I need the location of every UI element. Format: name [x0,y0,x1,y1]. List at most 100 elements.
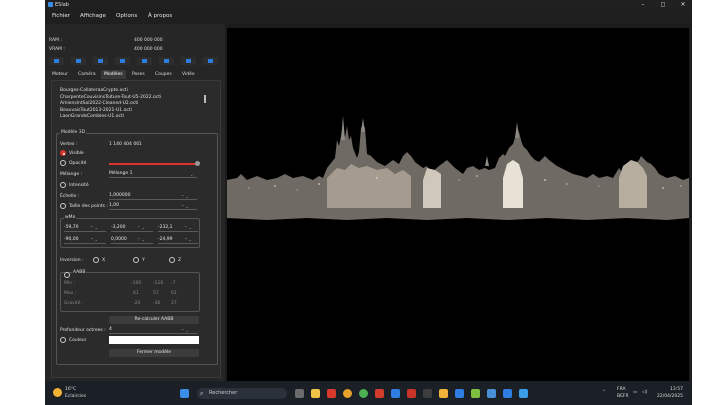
model-file-list[interactable]: Bourges-CollateraaCrypte.octi CharpenteC… [60,88,210,121]
toolbar-button-5[interactable] [137,57,152,65]
wmo-r1-c2[interactable]: -3,200 ⌃ ⌄ [111,225,153,232]
language-bottom[interactable]: BEFR [617,394,629,399]
spin-arrows-icon[interactable]: ⌃ ⌄ [90,225,98,231]
close-model-button[interactable]: Fermer modèle [109,349,199,357]
ram-label: RAM : [49,38,62,43]
cathedral-point-cloud [227,116,689,220]
invert-y-checkbox[interactable] [133,257,139,263]
skyline-silhouette [227,124,689,220]
search-app-icon[interactable] [439,389,448,398]
opacity-slider[interactable] [109,163,197,165]
eslab-app-icon[interactable] [423,389,432,398]
list-scrollbar[interactable] [204,95,206,103]
toolbar-button-7[interactable] [181,57,196,65]
intensity-label: Intensité [69,183,89,188]
aabb-min-z: -7 [171,281,176,286]
spin-arrows-icon[interactable]: ⌃ ⌄ [181,194,189,199]
spin-arrows-icon[interactable]: ⌃ ⌄ [181,328,189,333]
aabb-gravity-x: -20 [133,301,141,306]
panel-right-icon [164,59,169,63]
wmo-r2-c3[interactable]: -24,99 ⌃ ⌄ [158,237,198,244]
spin-arrows-icon[interactable]: ⌃ ⌄ [181,204,189,209]
wmo-r2-c2[interactable]: 0,0000 ⌃ ⌄ [111,237,153,244]
spin-arrows-icon[interactable]: ⌃ ⌄ [137,225,145,231]
visible-checkbox[interactable] [60,150,66,156]
menu-a-propos[interactable]: À propos [148,13,172,19]
app-icon-teal[interactable] [487,389,496,398]
chevron-down-icon[interactable]: ⌄ [190,172,193,177]
opacity-checkbox[interactable] [60,160,66,166]
spin-arrows-icon[interactable]: ⌃ ⌄ [137,237,145,243]
spin-arrows-icon[interactable]: ⌃ ⌄ [90,237,98,243]
color-checkbox[interactable] [60,337,66,343]
tab-moteur[interactable]: Moteur [49,70,71,79]
toolbar-button-3[interactable] [93,57,108,65]
window-icon [98,59,103,63]
toolbar-button-1[interactable] [49,57,64,65]
folder-icon[interactable] [455,389,464,398]
point-cloud-viewport[interactable] [227,28,689,381]
opacity-slider-handle[interactable] [195,161,200,166]
spin-arrows-icon[interactable]: ⌃ ⌄ [184,237,192,243]
blend-select[interactable]: Mélange 1 [109,171,197,178]
file-explorer-icon[interactable] [311,389,320,398]
aabb-title: AABB [72,270,87,275]
maximize-button[interactable]: ◻ [657,1,669,8]
app-icon-blue-2[interactable] [503,389,512,398]
ram-row: RAM : 400 000 000 [49,38,163,43]
tab-modeles[interactable]: Modèles [101,70,126,79]
tab-poses[interactable]: Poses [129,70,148,79]
invert-z-checkbox[interactable] [169,257,175,263]
app-icon-red-2[interactable] [407,389,416,398]
menu-fichier[interactable]: Fichier [52,13,70,19]
wmo-r1-c1[interactable]: -59,70 ⌃ ⌄ [64,225,106,232]
toolbar-button-6[interactable] [159,57,174,65]
list-item[interactable]: LaonGrandsCombles-U1.octi [60,114,210,121]
wmo-r2-c1[interactable]: -90,00 ⌃ ⌄ [64,237,106,244]
tab-camera[interactable]: Caméra [75,70,99,79]
toolbar-button-4[interactable] [115,57,130,65]
intensity-checkbox[interactable] [60,182,66,188]
close-button[interactable]: ✕ [677,1,689,8]
aabb-min-x: -100 [131,281,142,286]
search-box[interactable]: ⌕ Rechercher [197,388,287,399]
tab-video[interactable]: Vidéo [179,70,198,79]
network-icon[interactable]: ▭ [633,390,637,395]
pointsize-checkbox[interactable] [60,203,66,209]
menu-affichage[interactable]: Affichage [80,13,106,19]
spin-arrows-icon[interactable]: ⌃ ⌄ [184,225,192,231]
language-top[interactable]: FRA [617,387,626,392]
menu-options[interactable]: Options [116,13,137,19]
aabb-checkbox[interactable] [64,272,70,278]
panel-tabs: Moteur Caméra Modèles Poses Coupes Vidéo [49,70,220,79]
recalc-aabb-button[interactable]: Re-calculer AABB [109,316,199,324]
app-icon-green[interactable] [471,389,480,398]
notes-icon[interactable] [519,389,528,398]
app-icon-blue[interactable] [391,389,400,398]
clock-time[interactable]: 13:57 [670,387,683,392]
pdf-icon[interactable] [375,389,384,398]
inversion-label: Inversion : [60,258,84,263]
browser-icon[interactable] [359,389,368,398]
app-icon-red[interactable] [327,389,336,398]
weather-icon[interactable] [53,388,62,397]
task-view-icon[interactable] [295,389,304,398]
minimize-button[interactable]: – [637,1,649,8]
clock-date[interactable]: 22/04/2025 [657,394,683,399]
chrome-icon[interactable] [343,389,352,398]
windows-start-icon[interactable] [180,389,189,398]
volume-icon[interactable]: ◁) [642,390,647,395]
wmo-value: -90,00 [64,237,79,242]
invert-x-checkbox[interactable] [93,257,99,263]
vram-row: VRAM : 400 000 000 [49,47,163,52]
panel-toolbar [49,57,220,66]
color-swatch[interactable] [109,336,199,344]
toolbar-button-8[interactable] [203,57,218,65]
invert-y-label: Y [142,258,145,263]
chevron-up-icon[interactable]: ⌃ [602,390,606,395]
wmo-r1-c3[interactable]: -232,1 ⌃ ⌄ [158,225,198,232]
tab-coupes[interactable]: Coupes [152,70,175,79]
toolbar-button-2[interactable] [71,57,86,65]
scale-label: Échelle : [60,194,80,199]
weather-desc: Eclaircies [65,394,87,399]
